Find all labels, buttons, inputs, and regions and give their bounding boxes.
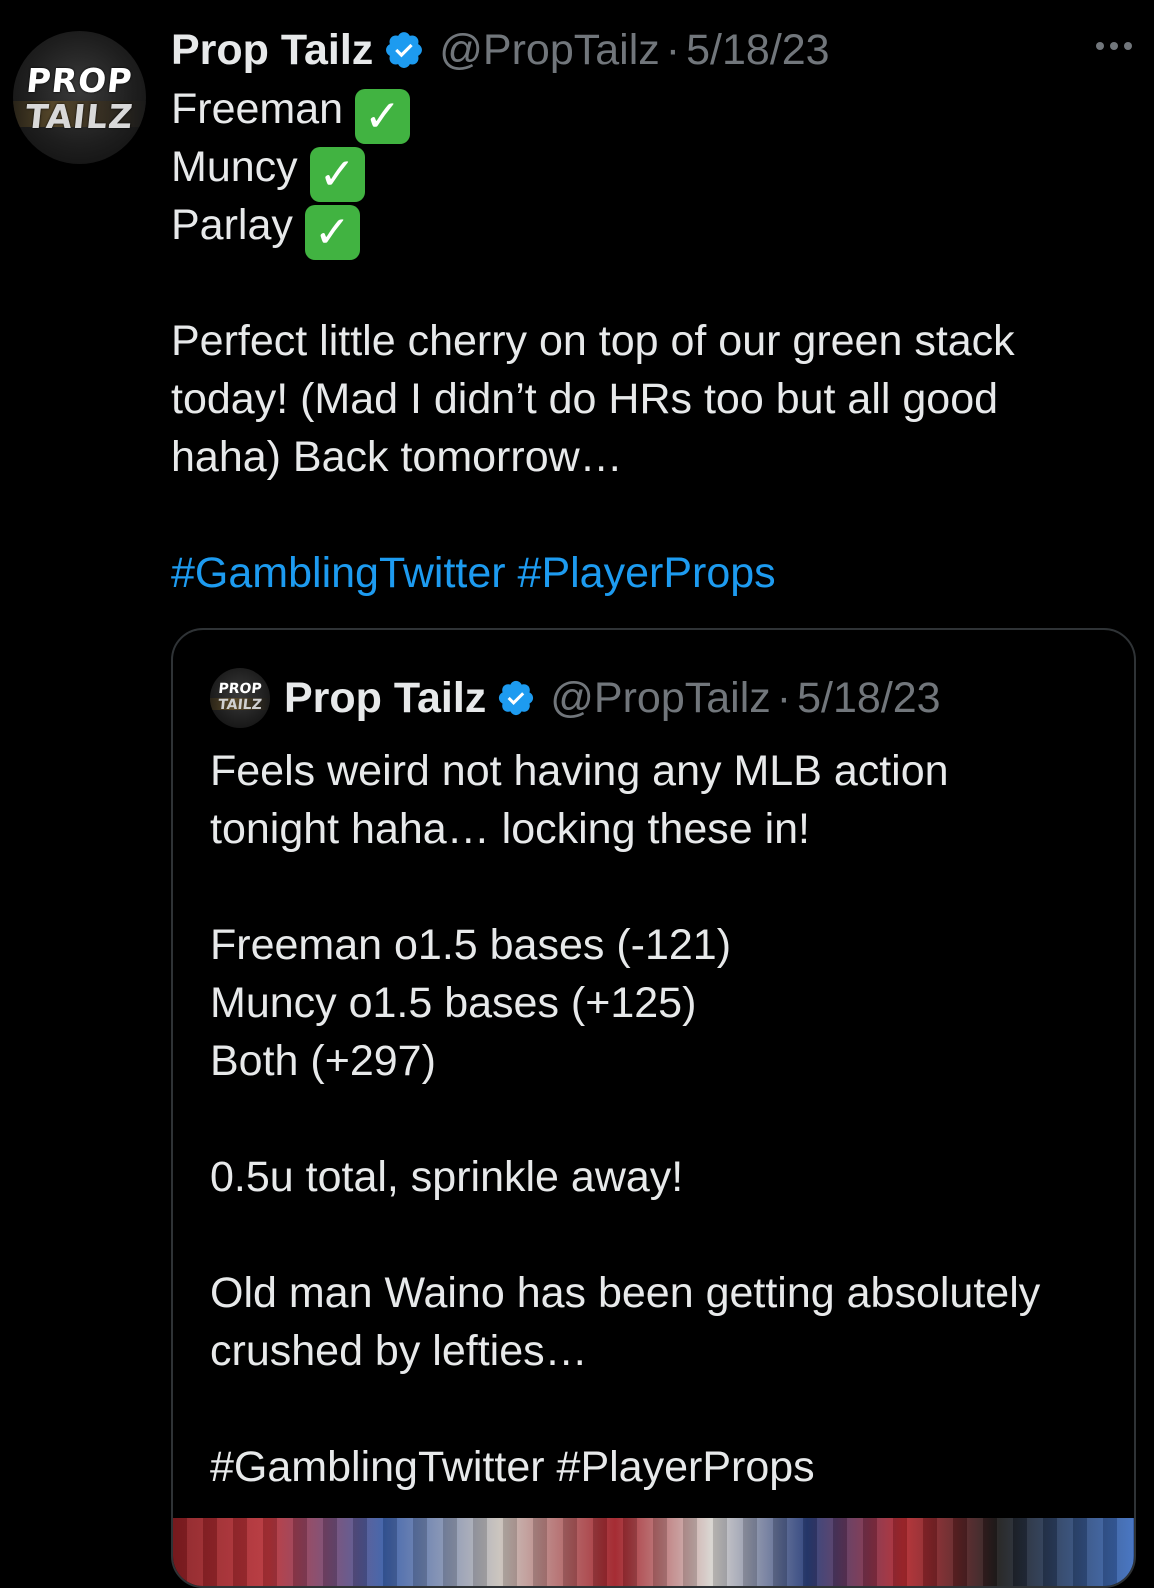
more-dot — [1124, 42, 1132, 50]
author-avatar[interactable]: PROP TAILZ — [13, 31, 146, 164]
separator-dot: · — [776, 673, 792, 722]
more-dot — [1096, 42, 1104, 50]
note-line: Old man Waino has been getting absolutel… — [210, 1269, 1041, 1317]
hashtag-text: #GamblingTwitter — [210, 1443, 545, 1491]
result-label: Parlay — [171, 201, 293, 249]
quoted-author-avatar[interactable]: PROP TAILZ — [210, 668, 270, 728]
tweet-body: Freeman ✓ Muncy ✓ Parlay ✓ Perfect little c… — [171, 80, 1131, 602]
note-line: crushed by lefties… — [210, 1327, 588, 1375]
quoted-tweet-header: PROP TAILZ Prop Tailz @PropTailz · 5/18/… — [210, 668, 941, 728]
hashtags-line: #GamblingTwitter #PlayerProps — [171, 544, 1131, 602]
verified-badge-icon — [386, 32, 423, 68]
quoted-author-handle[interactable]: @PropTailz — [550, 674, 771, 723]
result-line-muncy: Muncy ✓ — [171, 138, 1131, 202]
result-label: Muncy — [171, 143, 298, 191]
quoted-author-name[interactable]: Prop Tailz — [284, 674, 486, 723]
more-options-icon[interactable] — [1096, 42, 1132, 50]
avatar-text-line1: PROP — [217, 681, 263, 697]
hashtags-line: #GamblingTwitter #PlayerProps — [210, 1438, 1110, 1496]
quoted-tweet-date[interactable]: 5/18/23 — [797, 674, 940, 723]
check-mark-icon: ✓ — [355, 89, 411, 144]
avatar-text-line2: TAILZ — [217, 697, 263, 713]
author-name[interactable]: Prop Tailz — [171, 26, 373, 75]
hashtag-text: #PlayerProps — [556, 1443, 815, 1491]
pick-line: Freeman o1.5 bases (-121) — [210, 921, 732, 969]
intro-line: Feels weird not having any MLB action — [210, 747, 949, 795]
separator-dot: · — [665, 25, 681, 74]
avatar-text-line1: PROP — [24, 61, 135, 100]
result-line-parlay: Parlay ✓ — [171, 196, 1131, 260]
quoted-tweet-image[interactable] — [173, 1518, 1134, 1586]
quoted-tweet-body: Feels weird not having any MLB action to… — [210, 742, 1110, 1496]
paragraph-line: haha) Back tomorrow… — [171, 433, 623, 481]
hashtag-link[interactable]: #GamblingTwitter — [171, 549, 506, 597]
stake-line: 0.5u total, sprinkle away! — [210, 1153, 684, 1201]
check-mark-icon: ✓ — [309, 147, 365, 202]
quoted-tweet-card[interactable]: PROP TAILZ Prop Tailz @PropTailz · 5/18/… — [171, 628, 1136, 1588]
paragraph-line: today! (Mad I didn’t do HRs too but all … — [171, 375, 999, 423]
hashtag-link[interactable]: #PlayerProps — [518, 549, 776, 597]
intro-line: tonight haha… locking these in! — [210, 805, 811, 853]
result-label: Freeman — [171, 85, 344, 133]
avatar-text-line2: TAILZ — [23, 97, 136, 136]
tweet-header: Prop Tailz @PropTailz · 5/18/23 — [171, 22, 830, 78]
pick-line: Both (+297) — [210, 1037, 436, 1085]
pick-line: Muncy o1.5 bases (+125) — [210, 979, 697, 1027]
verified-badge-icon — [499, 680, 534, 716]
tweet-date[interactable]: 5/18/23 — [686, 26, 829, 75]
result-line-freeman: Freeman ✓ — [171, 80, 1131, 144]
more-dot — [1110, 42, 1118, 50]
check-mark-icon: ✓ — [304, 205, 360, 260]
author-handle[interactable]: @PropTailz — [439, 26, 660, 75]
paragraph-line: Perfect little cherry on top of our gree… — [171, 317, 1015, 365]
